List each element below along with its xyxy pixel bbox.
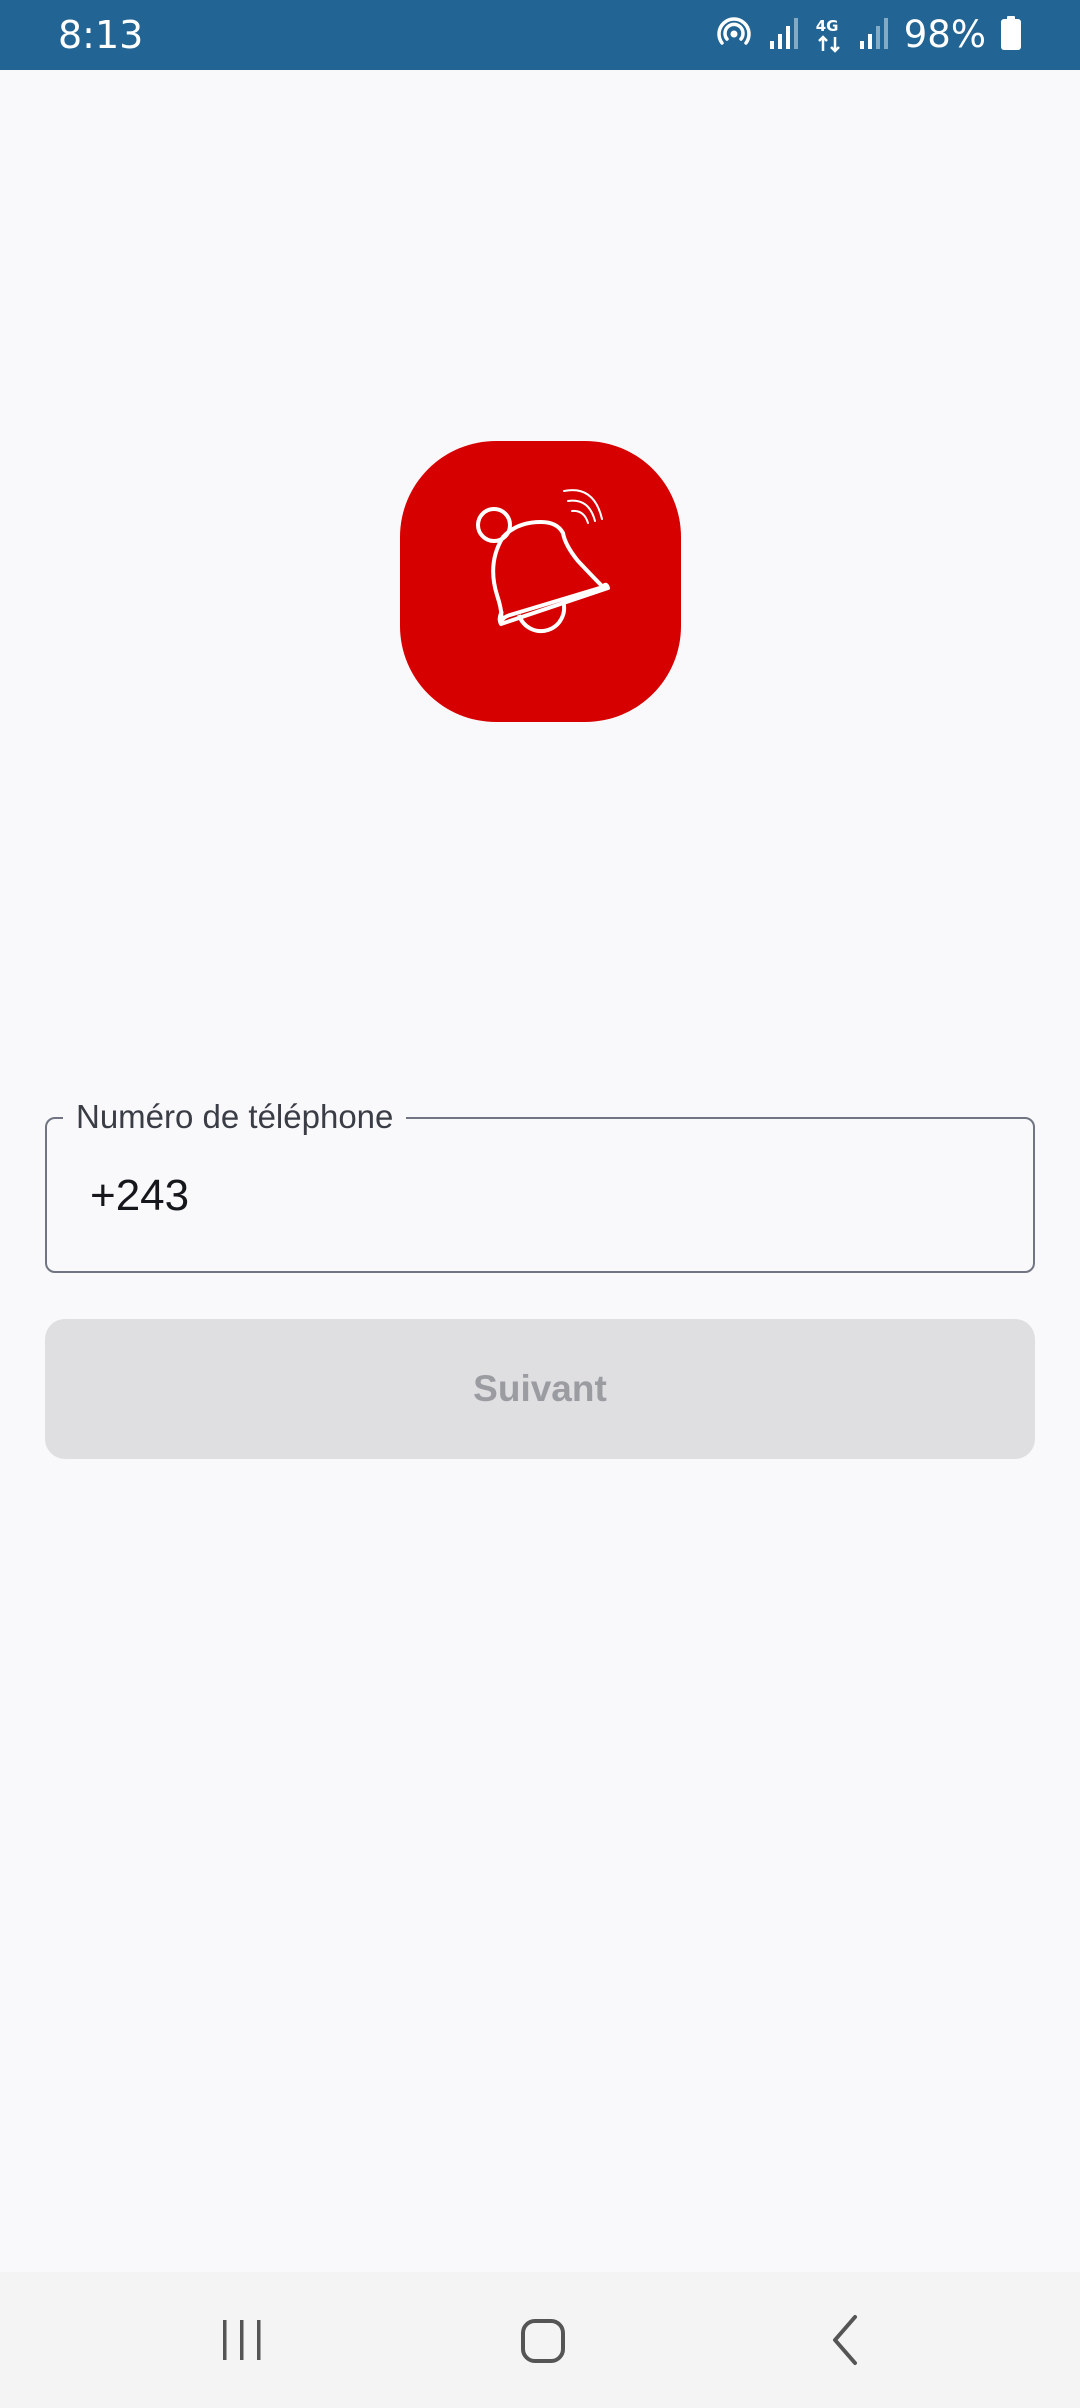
next-button-label: Suivant (473, 1368, 607, 1409)
next-button[interactable]: Suivant (45, 1319, 1035, 1459)
battery-icon (1000, 15, 1022, 56)
signal-icon (768, 15, 800, 56)
phone-number-label: Numéro de téléphone (63, 1095, 407, 1139)
home-button[interactable] (493, 2290, 593, 2390)
home-icon (521, 2319, 565, 2363)
status-bar: 8:13 4G 98% (0, 0, 1080, 70)
hotspot-icon (714, 13, 754, 58)
navigation-bar (0, 2272, 1080, 2408)
app-logo (400, 441, 681, 722)
back-button[interactable] (797, 2290, 897, 2390)
status-time: 8:13 (58, 13, 144, 57)
phone-number-field[interactable]: Numéro de téléphone (45, 1095, 1035, 1273)
recent-apps-icon (223, 2320, 261, 2360)
bell-ringing-icon (476, 489, 610, 634)
back-icon (833, 2315, 857, 2365)
data-4g-icon: 4G (814, 15, 844, 55)
status-icons: 4G 98% (714, 12, 1022, 58)
recent-apps-button[interactable] (192, 2290, 292, 2390)
battery-percent: 98% (903, 13, 986, 56)
signal-icon (858, 15, 890, 56)
phone-number-input[interactable] (90, 1169, 990, 1223)
